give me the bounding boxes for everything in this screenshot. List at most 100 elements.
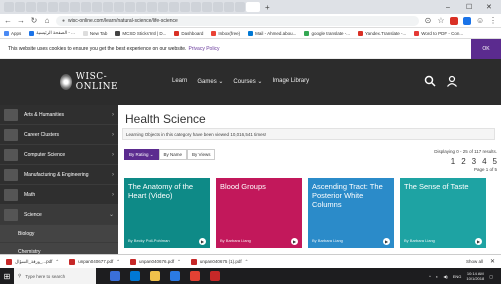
sidebar-item-arts-humanities[interactable]: Arts & Humanities › xyxy=(0,105,118,125)
download-item[interactable]: unpan040675 (1).pdf ⌃ xyxy=(190,258,248,265)
nav-games[interactable]: Games ⌄ xyxy=(197,78,223,85)
browser-tab[interactable] xyxy=(180,2,190,12)
browser-tab[interactable] xyxy=(70,2,80,12)
tray-chevron-icon[interactable]: ^ xyxy=(429,274,431,279)
play-arrow-icon[interactable]: ▶ xyxy=(475,238,482,245)
browser-tab[interactable] xyxy=(224,2,234,12)
extension-icon[interactable] xyxy=(463,16,471,25)
windows-start-icon[interactable]: ⊞ xyxy=(0,268,14,284)
nav-image-library[interactable]: Image Library xyxy=(272,78,309,85)
sidebar-item-manufacturing-engineering[interactable]: Manufacturing & Engineering › xyxy=(0,165,118,185)
play-arrow-icon[interactable]: ▶ xyxy=(383,238,390,245)
browser-tab[interactable] xyxy=(158,2,168,12)
browser-tab-active[interactable] xyxy=(246,2,260,12)
play-arrow-icon[interactable]: ▶ xyxy=(199,238,206,245)
learning-object-card[interactable]: The Anatomy of the Heart (Video) By Beck… xyxy=(124,178,210,248)
input-language[interactable]: ENG xyxy=(453,274,462,279)
browser-tab[interactable] xyxy=(59,2,69,12)
home-icon[interactable]: ⌂ xyxy=(43,16,51,25)
close-window-icon[interactable]: ✕ xyxy=(486,0,492,14)
browser-tab[interactable] xyxy=(103,2,113,12)
learning-object-card[interactable]: Blood Groups By Barbara Liang ▶ xyxy=(216,178,302,248)
menu-icon[interactable]: ⋮ xyxy=(489,16,497,25)
browser-tab[interactable] xyxy=(37,2,47,12)
nav-learn[interactable]: Learn xyxy=(172,78,187,85)
bookmark-item[interactable]: google translate -... xyxy=(304,30,350,36)
page-link[interactable]: 2 xyxy=(461,157,465,166)
new-tab-icon[interactable]: + xyxy=(265,3,270,12)
extension-icon[interactable] xyxy=(450,16,458,25)
url-input[interactable]: ● wisc-online.com/learn/natural-science/… xyxy=(56,15,419,26)
taskbar-search-input[interactable]: ⚲ Type here to search xyxy=(14,268,96,284)
chrome-icon[interactable] xyxy=(190,271,200,281)
acrobat-icon[interactable] xyxy=(210,271,220,281)
site-logo[interactable]: WISC-ONLINE xyxy=(60,69,130,95)
back-icon[interactable]: ← xyxy=(4,16,12,25)
learning-object-card[interactable]: The Sense of Taste By Barbara Liang ▶ xyxy=(400,178,486,248)
play-arrow-icon[interactable]: ▶ xyxy=(291,238,298,245)
maximize-icon[interactable]: ☐ xyxy=(466,0,472,14)
browser-tab[interactable] xyxy=(136,2,146,12)
store-icon[interactable] xyxy=(170,271,180,281)
page-link[interactable]: 5 xyxy=(493,157,497,166)
sort-by-rating-button[interactable]: By Rating ⌄ xyxy=(124,149,159,160)
sort-by-views-button[interactable]: By Views xyxy=(187,149,216,160)
browser-tab[interactable] xyxy=(15,2,25,12)
browser-tab[interactable] xyxy=(114,2,124,12)
show-all-downloads-button[interactable]: Show all xyxy=(466,259,483,264)
browser-tab[interactable] xyxy=(81,2,91,12)
bookmark-item[interactable]: Mail - Ahmed.abou... xyxy=(248,30,296,36)
bookmark-item[interactable]: Apps xyxy=(4,30,21,36)
sidebar-subitem-biology[interactable]: Biology xyxy=(0,225,118,243)
sidebar-item-science[interactable]: Science ⌄ xyxy=(0,205,118,225)
browser-tab[interactable] xyxy=(125,2,135,12)
file-explorer-icon[interactable] xyxy=(150,271,160,281)
cookie-ok-button[interactable]: OK xyxy=(471,39,501,59)
bookmark-item[interactable]: Dashboard xyxy=(174,30,203,36)
profile-icon[interactable]: ☺ xyxy=(476,16,484,25)
bookmark-item[interactable]: الصفحة الرئيسية - ... xyxy=(29,30,75,36)
sidebar-item-career-clusters[interactable]: Career Clusters › xyxy=(0,125,118,145)
learning-object-card[interactable]: Ascending Tract: The Posterior White Col… xyxy=(308,178,394,248)
browser-tab[interactable] xyxy=(48,2,58,12)
clock[interactable]: 10:14 AM 10/1/2018 xyxy=(466,271,484,281)
sort-by-name-button[interactable]: By Name xyxy=(158,149,188,160)
download-item[interactable]: unpan040677.pdf ⌃ xyxy=(69,258,120,265)
bookmark-item[interactable]: Word to PDF - Con... xyxy=(414,30,463,36)
bookmark-star-icon[interactable]: ☆ xyxy=(437,16,445,25)
task-view-icon[interactable] xyxy=(110,271,120,281)
search-icon[interactable] xyxy=(424,75,438,89)
bookmark-item[interactable]: New Tab xyxy=(82,30,107,36)
bookmark-item[interactable]: MCSD Sticks'Intl | D... xyxy=(115,30,166,36)
browser-tab[interactable] xyxy=(169,2,179,12)
bookmark-item[interactable]: Inbox(free) xyxy=(211,30,240,36)
minimize-icon[interactable]: – xyxy=(446,0,450,14)
volume-icon[interactable]: ◀) xyxy=(443,274,447,279)
browser-tab[interactable] xyxy=(235,2,245,12)
browser-tab[interactable] xyxy=(4,2,14,12)
user-icon[interactable] xyxy=(446,75,460,89)
browser-tab[interactable] xyxy=(147,2,157,12)
network-icon[interactable]: ◐ xyxy=(436,274,438,279)
page-link[interactable]: 4 xyxy=(482,157,486,166)
bookmark-item[interactable]: Yandex.Translate -... xyxy=(357,30,406,36)
edge-browser-icon[interactable] xyxy=(130,271,140,281)
notifications-icon[interactable]: ▢ xyxy=(489,274,493,279)
download-item[interactable]: ورقة_السؤال_...pdf ⌃ xyxy=(6,258,59,265)
reload-icon[interactable]: ↻ xyxy=(30,16,38,25)
close-icon[interactable]: ✕ xyxy=(490,258,495,265)
sidebar-item-math[interactable]: Math › xyxy=(0,185,118,205)
browser-tab[interactable] xyxy=(26,2,36,12)
download-item[interactable]: unpan040676.pdf ⌃ xyxy=(130,258,181,265)
browser-tab[interactable] xyxy=(191,2,201,12)
nav-courses[interactable]: Courses ⌄ xyxy=(233,78,262,85)
forward-icon[interactable]: → xyxy=(17,16,25,25)
browser-tab[interactable] xyxy=(213,2,223,12)
search-icon[interactable]: ⊙ xyxy=(424,16,432,25)
sidebar-item-computer-science[interactable]: Computer Science › xyxy=(0,145,118,165)
page-link[interactable]: 1 xyxy=(451,157,455,166)
browser-tab[interactable] xyxy=(202,2,212,12)
browser-tab[interactable] xyxy=(92,2,102,12)
privacy-policy-link[interactable]: Privacy Policy xyxy=(188,46,219,52)
page-link[interactable]: 3 xyxy=(472,157,476,166)
